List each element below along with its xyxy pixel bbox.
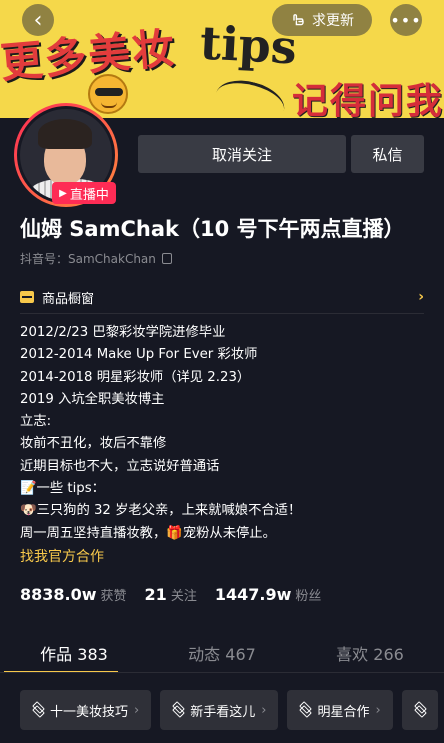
collection-chip[interactable]: 十一美妆技巧 › [20, 690, 152, 730]
bio-line: 📝一些 tips： [20, 481, 105, 497]
chevron-right-icon: › [134, 702, 140, 718]
layers-icon [32, 704, 44, 716]
tab-dynamics[interactable]: 动态 467 [148, 633, 296, 673]
swirl-decoration [211, 73, 289, 118]
shop-window-label: 商品橱窗 [42, 291, 95, 307]
fans-label[interactable]: 粉丝 [295, 585, 321, 604]
stats-row: 8838.0w 获赞 21 关注 1447.9w 粉丝 [20, 585, 339, 604]
official-cooperation-link[interactable]: 找我官方合作 [20, 546, 104, 566]
request-update-button[interactable]: 求更新 [272, 4, 372, 36]
bio: 2012/2/23 巴黎彩妆学院进修毕业 2012-2014 Make Up F… [20, 322, 430, 545]
bio-line: 妆前不丑化，妆后不靠修 [20, 436, 167, 452]
collection-chip[interactable]: 明星合作 › [287, 690, 393, 730]
shop-window-row[interactable]: 商品橱窗 › [20, 286, 424, 308]
bio-line: 🐶三只狗的 32 岁老父亲，上来就喊娘不合适！ [20, 503, 302, 519]
likes-label: 获赞 [100, 589, 127, 604]
layers-icon [414, 704, 426, 716]
douyin-id: 抖音号：SamChakChan [20, 250, 172, 267]
hand-point-icon [293, 14, 304, 26]
bio-line: 2012/2/23 巴黎彩妆学院进修毕业 [20, 325, 226, 340]
tabs-divider [0, 672, 444, 673]
chevron-left-icon: ‹ [33, 7, 43, 33]
tab-works[interactable]: 作品 383 [0, 633, 148, 673]
content-tabs: 作品 383 动态 467 喜欢 266 [0, 633, 444, 673]
profile-name: 仙姆 SamChak（10 号下午两点直播） [20, 217, 405, 241]
unfollow-button[interactable]: 取消关注 [138, 135, 346, 173]
bio-line: 近期目标也不大，立志说好普通话 [20, 458, 220, 474]
chevron-right-icon: › [418, 289, 424, 305]
collection-chips: 十一美妆技巧 › 新手看这儿 › 明星合作 › [20, 690, 438, 730]
collection-chip[interactable]: 新手看这儿 › [160, 690, 279, 730]
douyin-id-text: 抖音号：SamChakChan [20, 252, 156, 266]
collection-chip[interactable] [401, 690, 438, 730]
shop-icon [20, 291, 34, 303]
layers-icon [299, 704, 311, 716]
request-update-label: 求更新 [312, 13, 354, 29]
chevron-right-icon: › [375, 702, 381, 718]
layers-icon [172, 704, 184, 716]
bio-line: 周一周五坚持直播妆教，🎁宠粉从未停止。 [20, 525, 276, 541]
bio-line: 2012-2014 Make Up For Ever 彩妆师 [20, 347, 258, 363]
copy-icon[interactable] [161, 253, 172, 264]
following-count[interactable]: 21 [145, 585, 167, 604]
live-badge[interactable]: ▶ 直播中 [52, 182, 116, 204]
more-button[interactable]: ••• [390, 4, 422, 36]
fans-count[interactable]: 1447.9w [215, 585, 292, 604]
banner-text: 记得问我 [292, 81, 444, 118]
back-button[interactable]: ‹ [22, 4, 54, 36]
sunglasses-emoji-icon [88, 74, 128, 114]
play-icon: ▶ [59, 187, 67, 199]
bio-line: 2014-2018 明星彩妆师（详见 2.23） [20, 369, 251, 385]
likes-count: 8838.0w [20, 585, 97, 604]
bio-line: 2019 入坑全职美妆博主 [20, 391, 165, 407]
collection-chip-label: 明星合作 [317, 704, 370, 720]
live-label: 直播中 [69, 187, 109, 203]
profile-banner: 更多美妆 tips 记得问我 [0, 0, 444, 118]
message-button[interactable]: 私信 [351, 135, 424, 173]
divider [20, 313, 424, 314]
chevron-right-icon: › [261, 702, 267, 718]
collection-chip-label: 十一美妆技巧 [50, 704, 129, 720]
more-icon: ••• [390, 10, 422, 30]
following-label[interactable]: 关注 [171, 585, 197, 604]
collection-chip-label: 新手看这儿 [190, 704, 256, 720]
tab-likes[interactable]: 喜欢 266 [296, 633, 444, 673]
bio-line: 立志: [20, 414, 52, 430]
